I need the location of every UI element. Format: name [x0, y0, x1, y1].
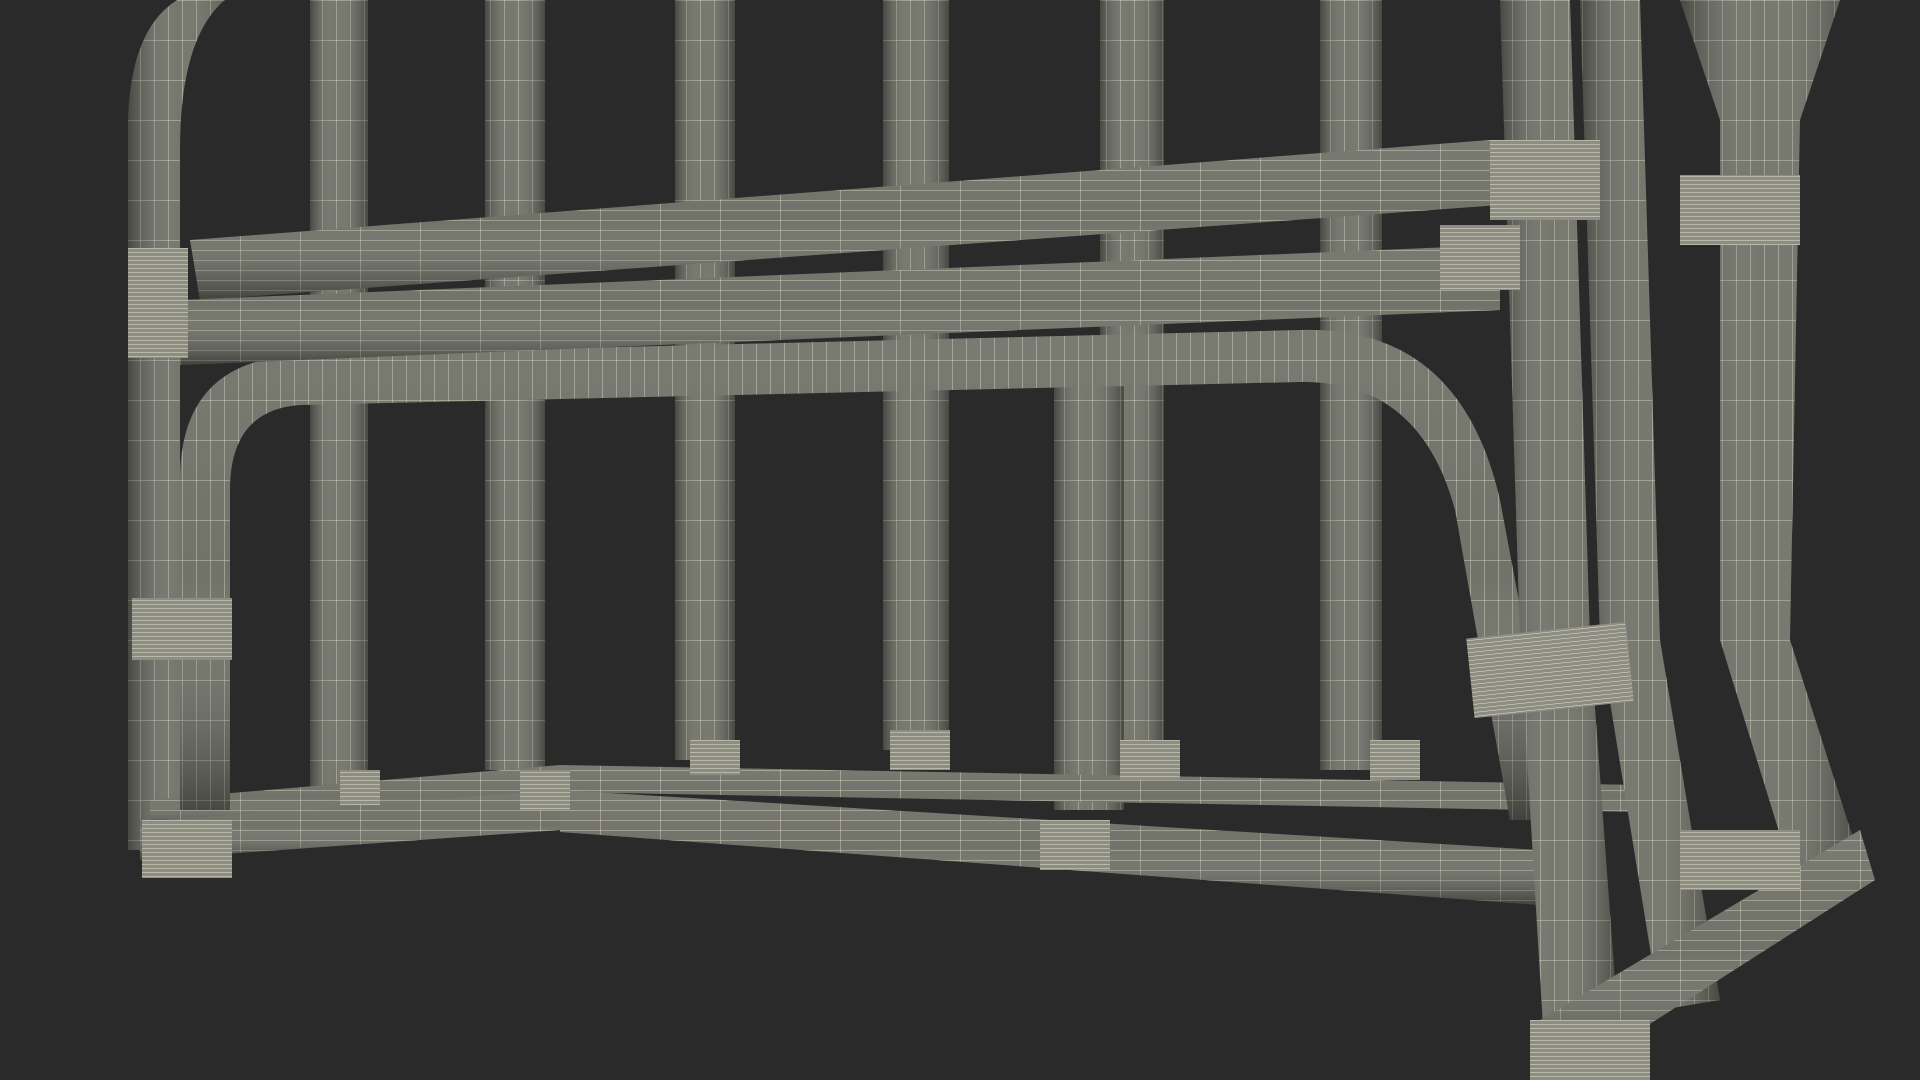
render-viewport — [0, 0, 1920, 1080]
back-spindles — [128, 0, 1382, 850]
wireframe-render — [128, 0, 1875, 1080]
